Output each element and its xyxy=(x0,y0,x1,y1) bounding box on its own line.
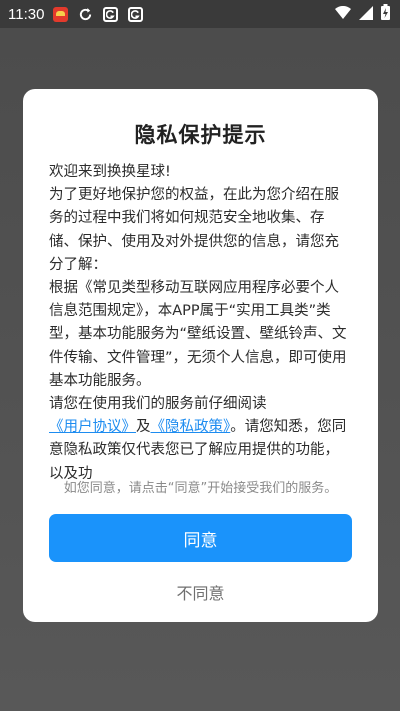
sync-icon xyxy=(77,6,94,23)
status-time: 11:30 xyxy=(8,5,45,23)
g-app-icon xyxy=(102,6,119,23)
dialog-title: 隐私保护提示 xyxy=(134,123,267,147)
status-bar: 11:30 xyxy=(0,0,400,28)
agree-button[interactable]: 同意 xyxy=(49,514,352,562)
app-notification-icon xyxy=(52,6,69,23)
privacy-dialog: 隐私保护提示 欢迎来到换换星球! 为了更好地保护您的权益，在此为您介绍在服务的过… xyxy=(23,89,378,622)
agreement-paragraph: 请您在使用我们的服务前仔细阅读《用户协议》及《隐私政策》。请您知悉，您同意隐私政… xyxy=(49,393,353,486)
disagree-button[interactable]: 不同意 xyxy=(23,577,378,607)
g-app-icon xyxy=(127,6,144,23)
regulation-paragraph: 根据《常见类型移动互联网应用程序必要个人信息范围规定》，本APP属于“实用工具类… xyxy=(49,280,347,389)
agreement-prefix: 请您在使用我们的服务前仔细阅读 xyxy=(49,396,267,413)
welcome-text: 欢迎来到换换星球! xyxy=(49,164,171,180)
agreement-and: 及 xyxy=(136,419,151,436)
consent-notice: 如您同意，请点击“同意”开始接受我们的服务。 xyxy=(63,481,338,496)
privacy-policy-link[interactable]: 《隐私政策》 xyxy=(151,419,231,435)
intro-paragraph: 为了更好地保护您的权益，在此为您介绍在服务的过程中我们将如何规范安全地收集、存储… xyxy=(49,187,339,273)
battery-icon xyxy=(381,4,390,24)
status-notification-icons xyxy=(52,6,152,23)
status-system-icons xyxy=(335,4,390,24)
user-agreement-link[interactable]: 《用户协议》 xyxy=(49,419,136,435)
wifi-icon xyxy=(335,5,351,24)
signal-icon xyxy=(359,5,373,24)
